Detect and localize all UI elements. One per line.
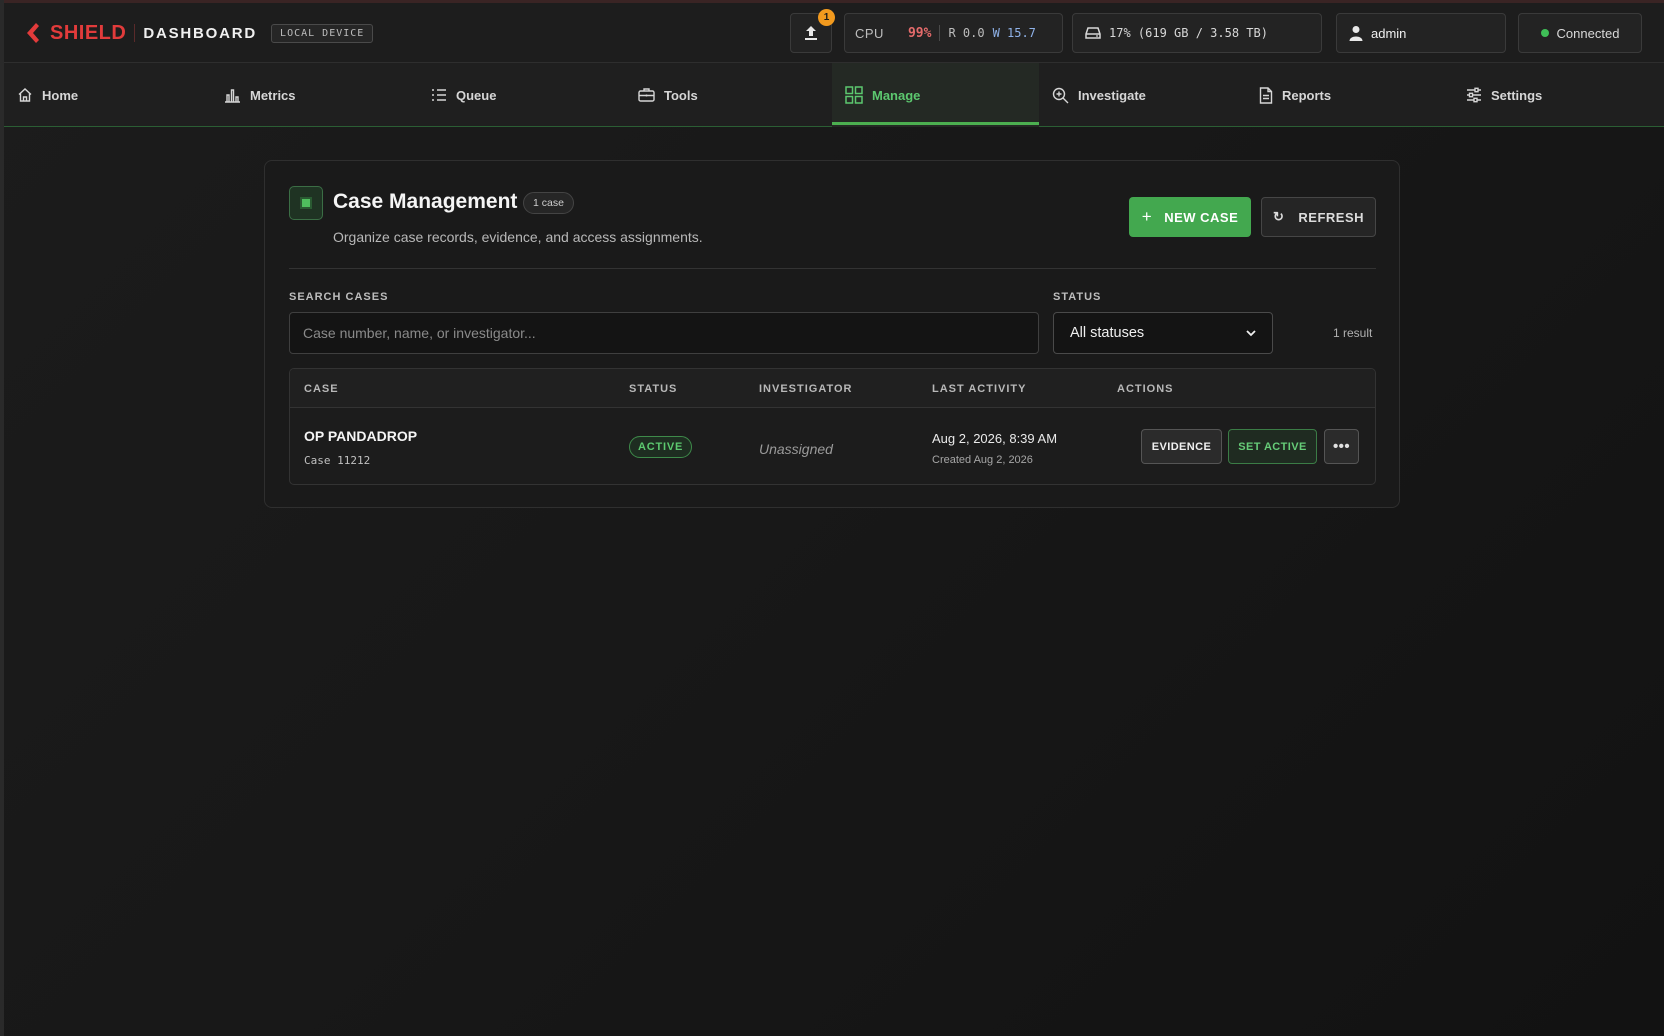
case-folder-icon xyxy=(289,186,323,220)
investigator: Unassigned xyxy=(759,441,833,457)
set-active-button[interactable]: SET ACTIVE xyxy=(1228,429,1317,464)
zoom-in-icon xyxy=(1052,87,1069,103)
case-management-panel: Case Management 1 case Organize case rec… xyxy=(264,160,1400,508)
tab-metrics[interactable]: Metrics xyxy=(211,63,418,127)
chevron-down-icon xyxy=(1246,329,1256,336)
upload-button[interactable]: 1 xyxy=(790,9,835,53)
refresh-label: REFRESH xyxy=(1298,209,1365,225)
sliders-icon xyxy=(1467,87,1481,103)
connection-label: Connected xyxy=(1556,25,1620,41)
tab-queue-label: Queue xyxy=(456,87,497,103)
device-badge: LOCAL DEVICE xyxy=(271,23,374,43)
briefcase-icon xyxy=(638,88,655,102)
brand: SHIELD DASHBOARD LOCAL DEVICE xyxy=(22,21,374,45)
refresh-icon: ↻ xyxy=(1272,209,1285,224)
case-number: Case 11212 xyxy=(304,454,371,467)
tab-tools[interactable]: Tools xyxy=(625,63,832,127)
table-header: CASE STATUS INVESTIGATOR LAST ACTIVITY A… xyxy=(290,369,1375,408)
disk-usage: 17% (619 GB / 3.58 TB) xyxy=(1072,13,1322,53)
tab-metrics-label: Metrics xyxy=(250,87,296,103)
tab-reports-label: Reports xyxy=(1282,87,1332,103)
created-date: Created Aug 2, 2026 xyxy=(932,454,1033,466)
tab-manage[interactable]: Manage xyxy=(832,63,1039,127)
case-name[interactable]: OP PANDADROP xyxy=(304,428,417,444)
home-icon xyxy=(18,88,32,102)
user-menu[interactable]: admin xyxy=(1336,13,1506,53)
evidence-button[interactable]: EVIDENCE xyxy=(1141,429,1222,464)
hard-drive-icon xyxy=(1085,27,1101,39)
new-case-button[interactable]: + NEW CASE xyxy=(1129,197,1251,237)
cpu-label: CPU xyxy=(855,25,884,41)
cpu-monitor: CPU 99% R 0.0 W 15.7 xyxy=(844,13,1063,53)
list-icon xyxy=(432,89,446,101)
search-label: SEARCH CASES xyxy=(289,291,389,303)
connection-status[interactable]: Connected xyxy=(1518,13,1642,53)
search-input[interactable] xyxy=(289,312,1039,354)
top-header: SHIELD DASHBOARD LOCAL DEVICE 1 CPU 99% … xyxy=(4,3,1664,63)
page-title: Case Management xyxy=(333,190,518,213)
refresh-button[interactable]: ↻ REFRESH xyxy=(1261,197,1376,237)
read-rate: R 0.0 xyxy=(948,26,985,40)
tab-investigate-label: Investigate xyxy=(1078,87,1146,103)
last-activity: Aug 2, 2026, 8:39 AM xyxy=(932,431,1058,446)
write-rate: W 15.7 xyxy=(992,26,1036,40)
brand-name: SHIELD xyxy=(50,21,127,44)
username: admin xyxy=(1371,25,1407,41)
tab-reports[interactable]: Reports xyxy=(1246,63,1453,127)
grid-icon xyxy=(845,86,863,104)
disk-usage-text: 17% (619 GB / 3.58 TB) xyxy=(1109,26,1268,40)
tab-queue[interactable]: Queue xyxy=(418,63,625,127)
page-subtitle: Organize case records, evidence, and acc… xyxy=(333,229,703,245)
connection-dot-icon xyxy=(1540,29,1549,37)
upload-count-badge: 1 xyxy=(818,9,835,26)
case-count-badge: 1 case xyxy=(523,192,574,214)
status-label: STATUS xyxy=(1053,291,1102,303)
column-investigator: INVESTIGATOR xyxy=(759,383,853,395)
brand-separator xyxy=(134,24,136,42)
tab-settings-label: Settings xyxy=(1491,87,1543,103)
status-badge: ACTIVE xyxy=(629,436,693,458)
io-rates: R 0.0 W 15.7 xyxy=(948,26,1035,40)
tab-home-label: Home xyxy=(42,87,79,103)
tab-tools-label: Tools xyxy=(664,87,698,103)
more-options-button[interactable]: ••• xyxy=(1324,429,1359,464)
header-divider xyxy=(289,268,1376,269)
plus-icon: + xyxy=(1141,207,1153,226)
upload-icon xyxy=(805,26,817,40)
left-window-edge xyxy=(0,0,4,1036)
brand-subtitle: DASHBOARD xyxy=(143,24,258,42)
bar-chart-icon xyxy=(225,89,240,103)
tab-manage-label: Manage xyxy=(872,87,921,103)
column-status: STATUS xyxy=(629,383,678,395)
new-case-label: NEW CASE xyxy=(1164,209,1239,225)
tab-home[interactable]: Home xyxy=(4,63,211,127)
status-select[interactable]: All statuses xyxy=(1053,312,1273,354)
result-count: 1 result xyxy=(1333,326,1373,340)
cpu-percent: 99% xyxy=(907,25,932,41)
status-select-value: All statuses xyxy=(1070,325,1145,341)
main-nav: Home Metrics Queue Tools Manage Investig… xyxy=(4,63,1664,127)
tab-settings[interactable]: Settings xyxy=(1453,63,1660,127)
column-last-activity: LAST ACTIVITY xyxy=(932,383,1027,395)
document-icon xyxy=(1259,86,1273,104)
cpu-separator xyxy=(939,25,941,41)
shield-logo-icon xyxy=(27,23,39,43)
cases-table: CASE STATUS INVESTIGATOR LAST ACTIVITY A… xyxy=(289,368,1376,485)
column-actions: ACTIONS xyxy=(1117,383,1174,395)
user-icon xyxy=(1349,26,1363,41)
tab-investigate[interactable]: Investigate xyxy=(1039,63,1246,127)
column-case: CASE xyxy=(304,383,339,395)
